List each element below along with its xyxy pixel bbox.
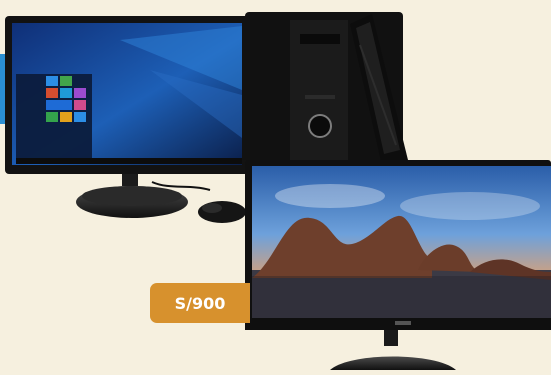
desktop-monitor-icon — [5, 16, 250, 218]
price-tag: S/900 — [150, 283, 250, 323]
mouse-icon — [198, 201, 246, 223]
tv-monitor-icon — [245, 160, 551, 370]
price-label: S/900 — [174, 293, 226, 313]
product-illustration — [5, 12, 551, 370]
